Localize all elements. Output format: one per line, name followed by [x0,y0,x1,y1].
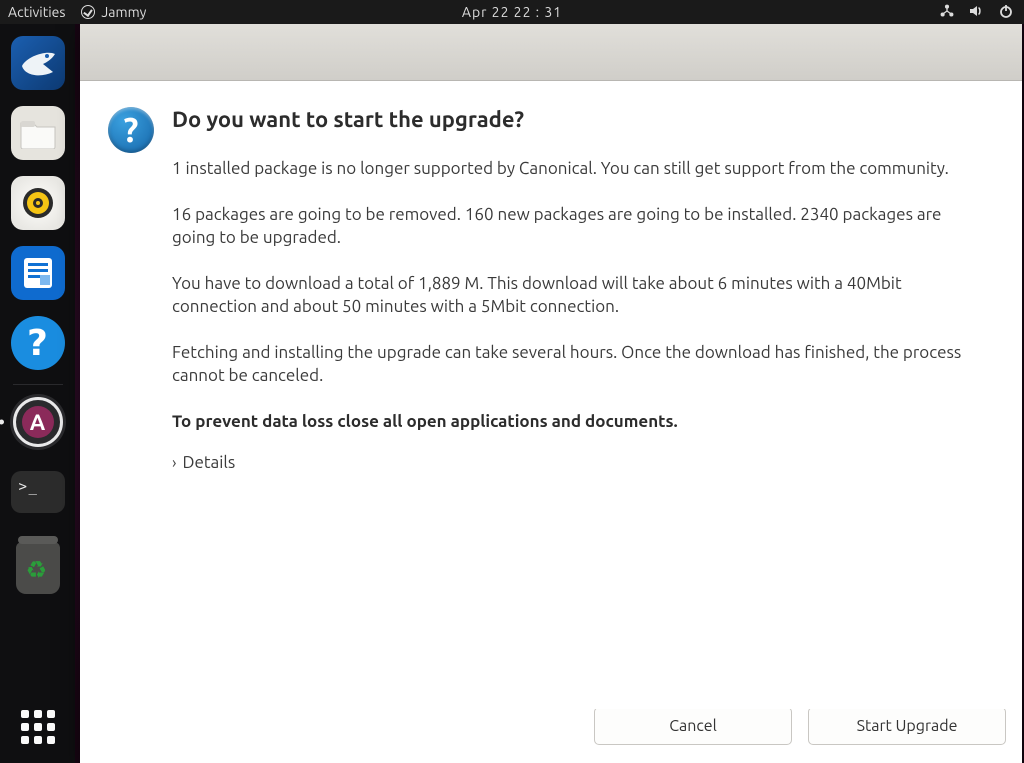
trash-icon: ♻ [16,542,60,594]
gnome-topbar: Activities Jammy Apr 22 22 : 31 [0,0,1024,24]
terminal-icon [11,471,65,513]
files-icon [11,106,65,160]
help-icon: ? [11,316,65,370]
dock-item-help[interactable]: ? [9,314,67,372]
dock-item-software-updater[interactable]: A [9,393,67,451]
upgrade-dialog-window: ? Do you want to start the upgrade? 1 in… [80,24,1022,763]
dock-item-terminal[interactable] [9,463,67,521]
window-titlebar[interactable] [80,24,1022,81]
dock-item-writer[interactable] [9,244,67,302]
dialog-button-bar: Cancel Start Upgrade [80,709,1022,763]
duration-warning-text: Fetching and installing the upgrade can … [172,341,988,388]
power-icon [998,3,1014,22]
dock-item-thunderbird[interactable] [9,34,67,92]
network-icon [940,4,954,21]
obsolete-packages-text: 1 installed package is no longer support… [172,157,988,180]
chevron-right-icon: › [172,452,177,474]
details-label: Details [183,451,236,474]
app-menu-label: Jammy [101,4,146,20]
activities-button[interactable]: Activities [8,4,65,20]
volume-icon [968,3,984,22]
thunderbird-icon [11,36,65,90]
app-menu-icon [81,5,95,19]
software-updater-icon: A [10,394,66,450]
show-applications-button[interactable] [14,703,62,751]
start-upgrade-button[interactable]: Start Upgrade [808,709,1006,745]
details-expander[interactable]: › Details [172,451,988,474]
dock-item-files[interactable] [9,104,67,162]
system-status-area[interactable] [940,3,1024,22]
dock-item-rhythmbox[interactable] [9,174,67,232]
dock: ? A ♻ [0,24,75,763]
dialog-title: Do you want to start the upgrade? [172,105,988,135]
package-changes-text: 16 packages are going to be removed. 160… [172,203,988,250]
cancel-button[interactable]: Cancel [594,709,792,745]
dialog-body: ? Do you want to start the upgrade? 1 in… [80,81,1022,709]
app-menu-button[interactable]: Jammy [81,4,146,20]
data-loss-warning-text: To prevent data loss close all open appl… [172,410,988,433]
dock-separator [13,384,63,385]
question-icon: ? [108,107,154,153]
rhythmbox-icon [11,176,65,230]
clock-button[interactable]: Apr 22 22 : 31 [462,4,562,20]
writer-icon [11,246,65,300]
download-size-text: You have to download a total of 1,889 M.… [172,272,988,319]
dock-item-trash[interactable]: ♻ [9,539,67,597]
